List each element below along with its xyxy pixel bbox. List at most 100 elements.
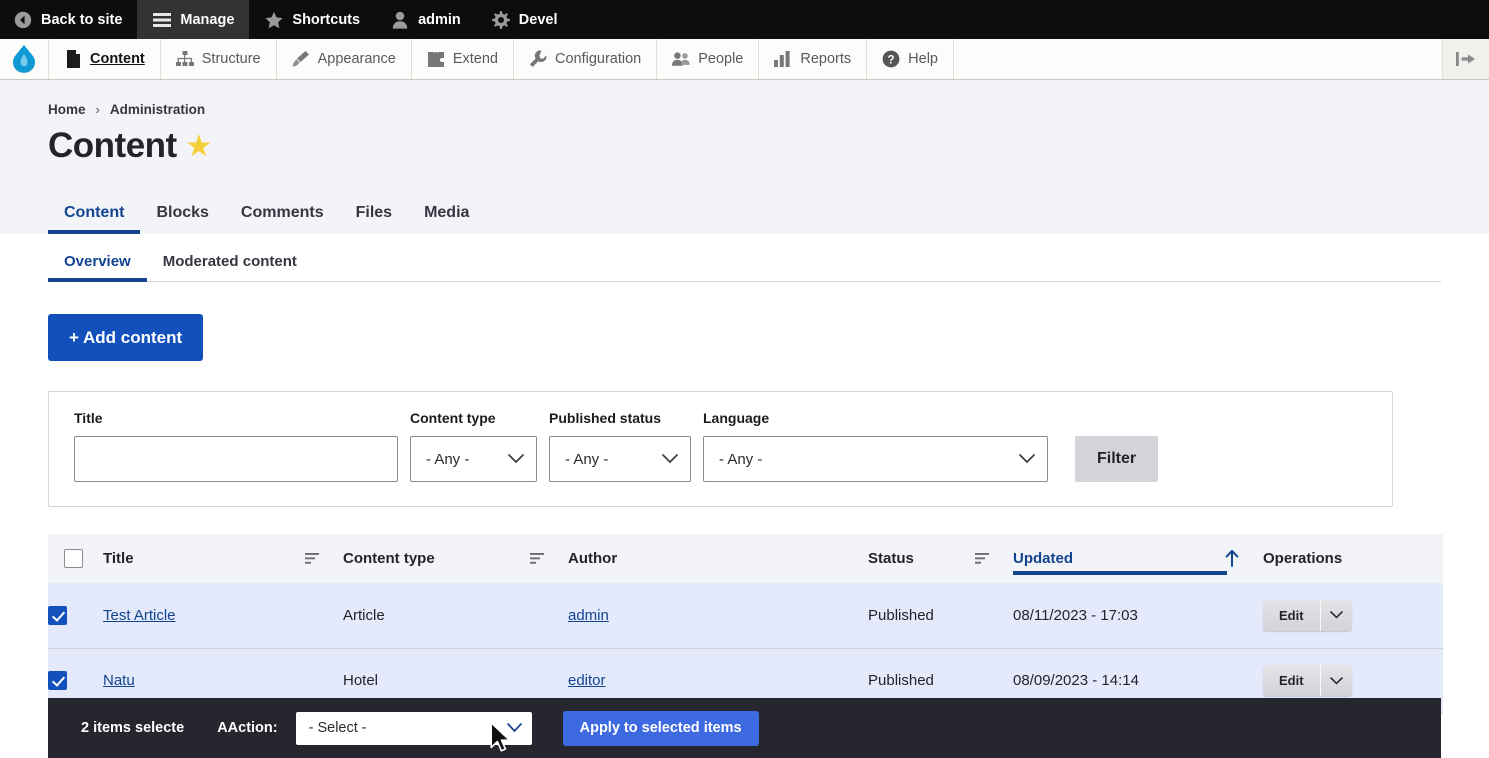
toolbar-item-back-to-site[interactable]: Back to site xyxy=(0,0,137,39)
operations-chevron-down-icon[interactable] xyxy=(1320,599,1352,631)
col-select-all xyxy=(48,534,103,583)
subtab-overview[interactable]: Overview xyxy=(48,253,147,282)
row-operations-cell: Edit xyxy=(1263,583,1443,649)
svg-text:?: ? xyxy=(888,54,895,66)
content-type-select[interactable]: - Any - xyxy=(410,436,537,482)
filter-panel: Title Content type - Any - Published sta… xyxy=(48,391,1393,507)
published-status-select[interactable]: - Any - xyxy=(549,436,691,482)
breadcrumb-administration[interactable]: Administration xyxy=(110,102,205,117)
tab-media[interactable]: Media xyxy=(408,204,485,234)
sorted-column-indicator xyxy=(1013,571,1227,575)
tab-files[interactable]: Files xyxy=(340,204,408,234)
toolbar-item-devel[interactable]: Devel xyxy=(476,0,573,39)
col-title-label[interactable]: Title xyxy=(103,550,134,567)
toolbar-item-user-admin[interactable]: admin xyxy=(375,0,476,39)
menu-item-label: Appearance xyxy=(317,51,396,67)
filter-language-group: Language - Any - xyxy=(703,410,1048,482)
secondary-tabs: Overview Moderated content xyxy=(48,234,1441,282)
tab-comments[interactable]: Comments xyxy=(225,204,340,234)
question-circle-icon: ? xyxy=(882,50,900,68)
menu-item-label: Extend xyxy=(452,51,498,67)
page-header-band: Home › Administration Content ★ Content … xyxy=(0,80,1489,234)
row-updated-cell: 08/11/2023 - 17:03 xyxy=(1013,583,1263,649)
menu-item-label: People xyxy=(698,51,744,67)
row-status-cell: Published xyxy=(868,583,1013,649)
filter-published-status-group: Published status - Any - xyxy=(549,410,691,482)
content-title-link[interactable]: Natu xyxy=(103,672,135,689)
apply-to-selected-items-button[interactable]: Apply to selected items xyxy=(562,710,759,746)
breadcrumb-home[interactable]: Home xyxy=(48,102,86,117)
edit-button[interactable]: Edit xyxy=(1263,599,1321,631)
row-checkbox[interactable] xyxy=(48,605,67,625)
toolbar-label: Manage xyxy=(180,11,235,28)
tab-content[interactable]: Content xyxy=(48,204,141,234)
puzzle-icon xyxy=(427,50,445,68)
add-content-button[interactable]: + Add content xyxy=(48,314,204,361)
menu-item-structure[interactable]: Structure xyxy=(161,39,277,79)
toolbar-item-shortcuts[interactable]: Shortcuts xyxy=(249,0,375,39)
menu-item-help[interactable]: ? Help xyxy=(867,39,954,79)
filter-title-label: Title xyxy=(74,410,103,426)
toolbar-label: Devel xyxy=(518,11,558,28)
menu-item-label: Content xyxy=(90,51,145,67)
page-icon xyxy=(64,50,82,68)
col-updated-label[interactable]: Updated xyxy=(1013,550,1073,567)
title-filter-input[interactable] xyxy=(74,436,398,482)
toolbar-item-manage[interactable]: Manage xyxy=(137,0,250,39)
vertical-orientation-icon[interactable] xyxy=(1443,39,1489,79)
row-content-type-cell: Article xyxy=(343,583,568,649)
select-all-checkbox[interactable] xyxy=(64,549,83,568)
row-author-cell: admin xyxy=(568,583,868,649)
wrench-icon xyxy=(529,50,547,68)
filter-language-label: Language xyxy=(703,410,770,426)
sort-icon[interactable] xyxy=(530,553,544,564)
gear-icon xyxy=(491,10,511,30)
language-value: - Any - xyxy=(719,450,763,468)
col-status-label[interactable]: Status xyxy=(868,550,914,567)
col-title: Title xyxy=(103,534,343,583)
sort-icon[interactable] xyxy=(975,553,989,564)
edit-button[interactable]: Edit xyxy=(1263,665,1321,696)
back-arrow-icon xyxy=(13,10,33,30)
tab-blocks[interactable]: Blocks xyxy=(140,204,224,234)
filter-submit-button[interactable]: Filter xyxy=(1075,436,1159,482)
row-select-cell xyxy=(48,583,103,649)
bulk-action-bar: 2 items selecte AAction: - Select - Appl… xyxy=(48,698,1441,758)
bar-chart-icon xyxy=(774,50,792,68)
menu-item-configuration[interactable]: Configuration xyxy=(514,39,658,79)
table-header-row: Title Content type Author Status Updated… xyxy=(48,534,1443,583)
menu-spacer xyxy=(954,39,1443,79)
shortcut-star-icon[interactable]: ★ xyxy=(187,132,211,160)
table-body: Test Article Article admin Published 08/… xyxy=(48,583,1443,714)
sort-ascending-icon[interactable] xyxy=(1225,550,1239,567)
row-checkbox[interactable] xyxy=(48,671,67,690)
table-row[interactable]: Test Article Article admin Published 08/… xyxy=(48,583,1443,649)
operations-dropbutton: Edit xyxy=(1263,665,1352,696)
sort-icon[interactable] xyxy=(305,553,319,564)
operations-chevron-down-icon[interactable] xyxy=(1320,665,1352,696)
menu-item-label: Help xyxy=(908,51,938,67)
menu-item-people[interactable]: People xyxy=(657,39,760,79)
menu-item-extend[interactable]: Extend xyxy=(412,39,514,79)
col-operations: Operations xyxy=(1263,534,1443,583)
content-title-link[interactable]: Test Article xyxy=(103,607,176,624)
hamburger-icon xyxy=(152,10,172,30)
menu-item-appearance[interactable]: Appearance xyxy=(277,39,412,79)
col-content-type-label[interactable]: Content type xyxy=(343,550,435,567)
main-content: + Add content Title Content type - Any - xyxy=(0,282,1489,714)
toolbar-label: admin xyxy=(418,11,461,28)
action-label: AAction: xyxy=(217,720,278,736)
menu-item-content[interactable]: Content xyxy=(49,39,161,79)
filter-content-type-group: Content type - Any - xyxy=(410,410,537,482)
language-select[interactable]: - Any - xyxy=(703,436,1048,482)
row-title-cell: Test Article xyxy=(103,583,343,649)
author-link[interactable]: admin xyxy=(568,607,609,624)
toolbar-label: Shortcuts xyxy=(292,11,361,28)
author-link[interactable]: editor xyxy=(568,672,606,689)
window-corner xyxy=(0,736,22,758)
bulk-action-select[interactable]: - Select - xyxy=(295,711,532,745)
menu-item-reports[interactable]: Reports xyxy=(759,39,868,79)
subtab-moderated-content[interactable]: Moderated content xyxy=(147,253,313,281)
people-icon xyxy=(672,50,691,68)
drupal-logo-icon[interactable] xyxy=(0,39,49,79)
